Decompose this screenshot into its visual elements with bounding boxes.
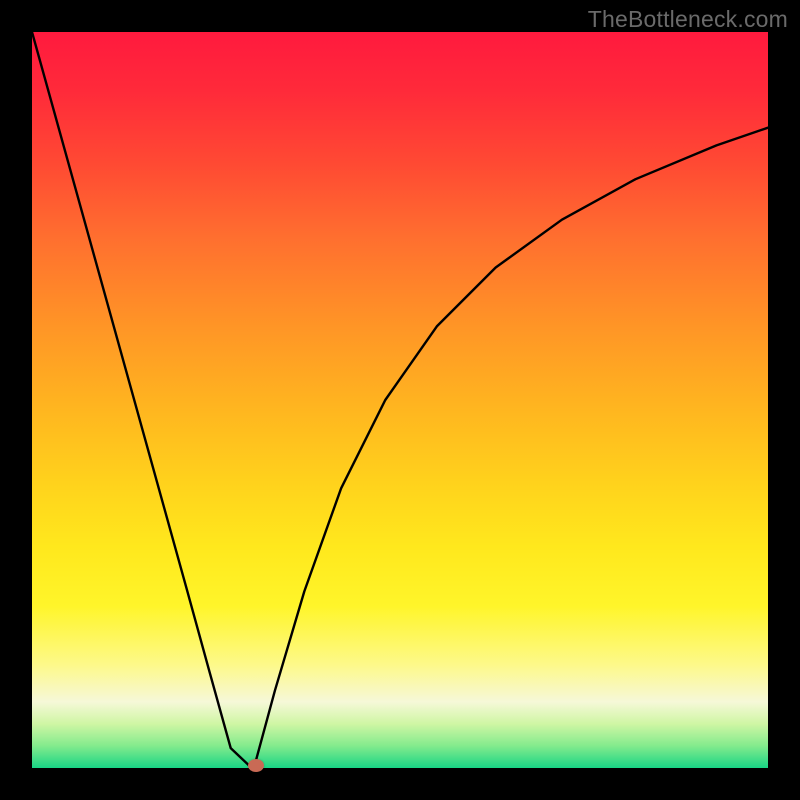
optimal-point-marker	[248, 759, 264, 772]
bottleneck-curve	[32, 32, 768, 768]
curve-layer	[32, 32, 768, 768]
chart-frame: TheBottleneck.com	[0, 0, 800, 800]
watermark-text: TheBottleneck.com	[588, 6, 788, 33]
